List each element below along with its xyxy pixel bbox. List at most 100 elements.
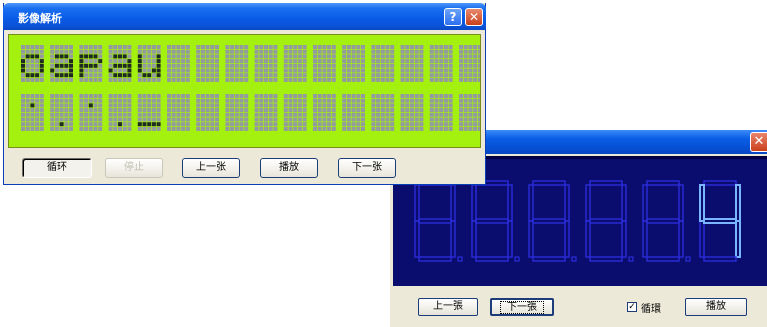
lcd-dot [79,98,84,103]
lcd-dot [69,112,73,117]
lcd-dot [54,126,59,131]
lcd-dot [264,108,268,113]
lcd-dot [380,54,385,59]
lcd-dot [127,45,132,49]
close-icon[interactable]: ✕ [465,8,483,26]
lcd-dot [205,68,210,73]
lcd-dot [259,117,264,122]
lcd-dot [468,68,473,73]
lcd-dot [35,117,40,122]
lcd-dot [205,103,210,108]
lcd-dot [443,73,448,78]
lcd-dot [268,63,273,68]
lcd-dot [30,94,35,98]
segment [646,256,680,262]
lcd-dot [385,54,390,59]
play-button[interactable]: 播放 [260,158,318,178]
lcd-dot [313,63,317,68]
decimal-point [457,256,463,262]
lcd-dot [371,59,376,64]
lcd-dot [21,108,25,113]
lcd-dot [273,94,278,98]
lcd-dot [264,59,268,64]
lcd-dot [322,59,327,64]
lcd-dot [434,77,439,82]
lcd-dot [35,77,40,82]
close-icon[interactable]: ✕ [750,132,767,152]
lcd-dot [429,112,434,117]
lcd-dot [181,103,186,108]
next-image-button[interactable]: 下一张 [338,158,396,178]
lcd-dot [268,49,273,54]
play-button[interactable]: 播放 [685,298,747,316]
lcd-dot [371,98,376,103]
lcd-dot [317,77,322,82]
lcd-dot [331,63,336,68]
help-icon[interactable]: ? [444,8,462,26]
window-title: 影像解析 [18,12,62,25]
lcd-dot [434,112,439,117]
lcd-dot [79,126,84,131]
lcd-dot [210,73,215,78]
lcd-dot [156,98,161,103]
lcd-dot [200,98,205,103]
lcd-dot [147,73,152,78]
lcd-dot [400,73,405,78]
lcd-dot [254,103,259,108]
lcd-dot [268,122,273,127]
lcd-dot [244,73,249,78]
lcd-dot [317,73,322,78]
lcd-dot [127,117,132,122]
lcd-dot [405,73,410,78]
lcd-dot [156,117,161,122]
lcd-dot [215,68,219,73]
lcd-dot [327,108,332,113]
lcd-dot [361,126,365,131]
dot-matrix-window-titlebar[interactable]: 影像解析 ? ✕ [3,3,486,30]
lcd-dot [477,54,480,59]
lcd-dot [429,117,434,122]
lcd-dot [230,49,235,54]
lcd-dot [317,49,322,54]
lcd-dot [371,77,376,82]
loop-button[interactable]: 循环 [22,158,92,178]
lcd-dot [59,122,64,127]
lcd-dot [273,68,278,73]
lcd-dot [327,68,332,73]
lcd-dot [122,126,127,131]
lcd-dot [468,94,473,98]
lcd-dot [371,54,376,59]
lcd-dot [234,68,239,73]
lcd-dot [443,77,448,82]
lcd-dot [410,59,414,64]
lcd-dot [210,49,215,54]
lcd-dot [283,59,288,64]
prev-image-button[interactable]: 上一張 [418,298,478,316]
lcd-dot [434,108,439,113]
lcd-dot [118,59,122,64]
lcd-dot [176,63,181,68]
lcd-dot [322,122,327,127]
lcd-dot [244,108,249,113]
lcd-dot [137,112,142,117]
segment [646,218,680,224]
lcd-dot [331,94,336,98]
lcd-dot [69,122,73,127]
prev-image-button[interactable]: 上一张 [182,158,240,178]
lcd-dot [380,126,385,131]
lcd-dot [302,108,307,113]
segment [699,220,705,258]
lcd-dot [429,45,434,49]
lcd-dot [147,98,152,103]
lcd-dot [390,73,395,78]
next-image-button[interactable]: 下一張 [490,298,554,316]
lcd-dot [108,54,113,59]
lcd-dot [234,112,239,117]
loop-checkbox[interactable]: ✓ [627,302,637,312]
lcd-dot [35,94,40,98]
lcd-dot [380,117,385,122]
lcd-dot [283,108,288,113]
lcd-dot [50,122,55,127]
lcd-dot [167,59,171,64]
lcd-dot [473,54,478,59]
